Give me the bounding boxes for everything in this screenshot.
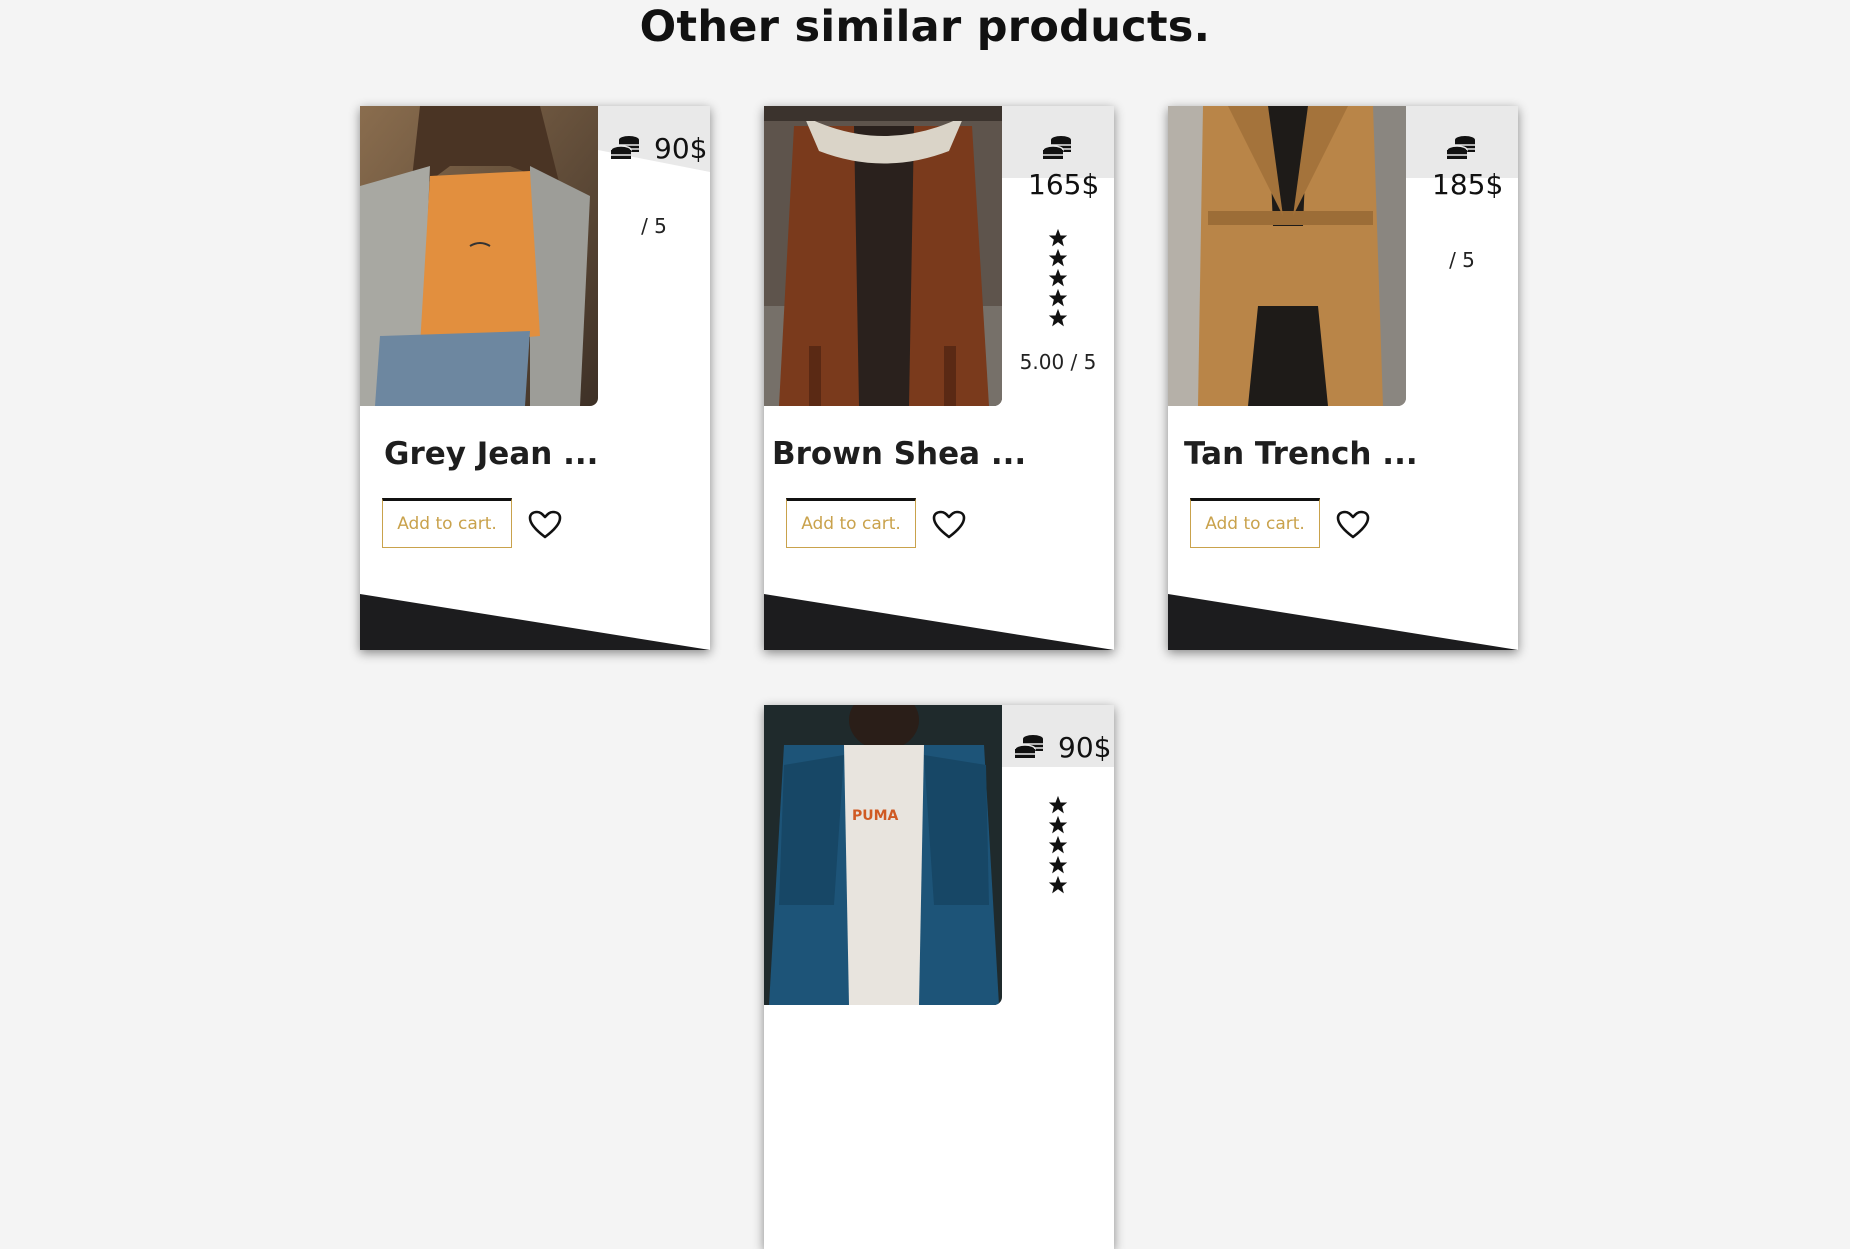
- product-photo[interactable]: [1168, 106, 1406, 406]
- star-icon: [1048, 835, 1068, 854]
- card-footer-decoration: [764, 594, 1114, 650]
- product-photo[interactable]: PUMA: [764, 705, 1002, 1005]
- product-price: 90$: [654, 132, 708, 165]
- add-to-cart-button[interactable]: Add to cart.: [786, 498, 916, 548]
- product-card[interactable]: 90$ / 5 Grey Jean ... Add to cart.: [360, 106, 710, 650]
- star-icon: [1048, 795, 1068, 814]
- product-photo[interactable]: [764, 106, 1002, 406]
- product-title[interactable]: Tan Trench ...: [1184, 436, 1418, 472]
- star-icon: [1048, 268, 1068, 287]
- star-icon: [1048, 228, 1068, 247]
- star-icon: [1048, 875, 1068, 894]
- star-icon: [1048, 855, 1068, 874]
- price-panel: 185$ / 5: [1406, 106, 1518, 406]
- product-card[interactable]: PUMA 90$: [764, 705, 1114, 1249]
- star-icon: [1048, 815, 1068, 834]
- price-panel: 90$: [1002, 705, 1114, 1005]
- product-title[interactable]: Brown Shea ...: [772, 436, 1026, 472]
- heart-icon[interactable]: [1336, 510, 1370, 540]
- product-rating: / 5: [641, 214, 667, 238]
- product-rating: / 5: [1449, 248, 1475, 272]
- product-title[interactable]: Grey Jean ...: [384, 436, 598, 472]
- price-panel: 90$ / 5: [598, 106, 710, 406]
- coins-icon: [1042, 136, 1071, 159]
- section-heading: Other similar products.: [639, 2, 1211, 52]
- product-price: 90$: [1058, 731, 1112, 764]
- svg-text:PUMA: PUMA: [852, 808, 899, 824]
- star-icon: [1048, 288, 1068, 307]
- product-card[interactable]: 185$ / 5 Tan Trench ... Add to cart.: [1168, 106, 1518, 650]
- add-to-cart-button[interactable]: Add to cart.: [1190, 498, 1320, 548]
- coins-icon: [1446, 136, 1475, 159]
- heart-icon[interactable]: [932, 510, 966, 540]
- star-icon: [1048, 248, 1068, 267]
- price-panel: 165$ 5.00 / 5: [1002, 106, 1114, 406]
- star-icon: [1048, 308, 1068, 327]
- product-price: 165$: [1028, 168, 1100, 201]
- product-photo[interactable]: [360, 106, 598, 406]
- coins-icon: [1014, 735, 1043, 758]
- card-footer-decoration: [1168, 594, 1518, 650]
- card-footer-decoration: [360, 594, 710, 650]
- coins-icon: [610, 136, 639, 159]
- product-card[interactable]: 165$ 5.00 / 5 Brown Shea ... Add to cart…: [764, 106, 1114, 650]
- product-price: 185$: [1432, 168, 1504, 201]
- star-rating: [1002, 795, 1114, 895]
- heart-icon[interactable]: [528, 510, 562, 540]
- product-rating: 5.00 / 5: [1019, 350, 1097, 374]
- star-rating: [1002, 228, 1114, 328]
- add-to-cart-button[interactable]: Add to cart.: [382, 498, 512, 548]
